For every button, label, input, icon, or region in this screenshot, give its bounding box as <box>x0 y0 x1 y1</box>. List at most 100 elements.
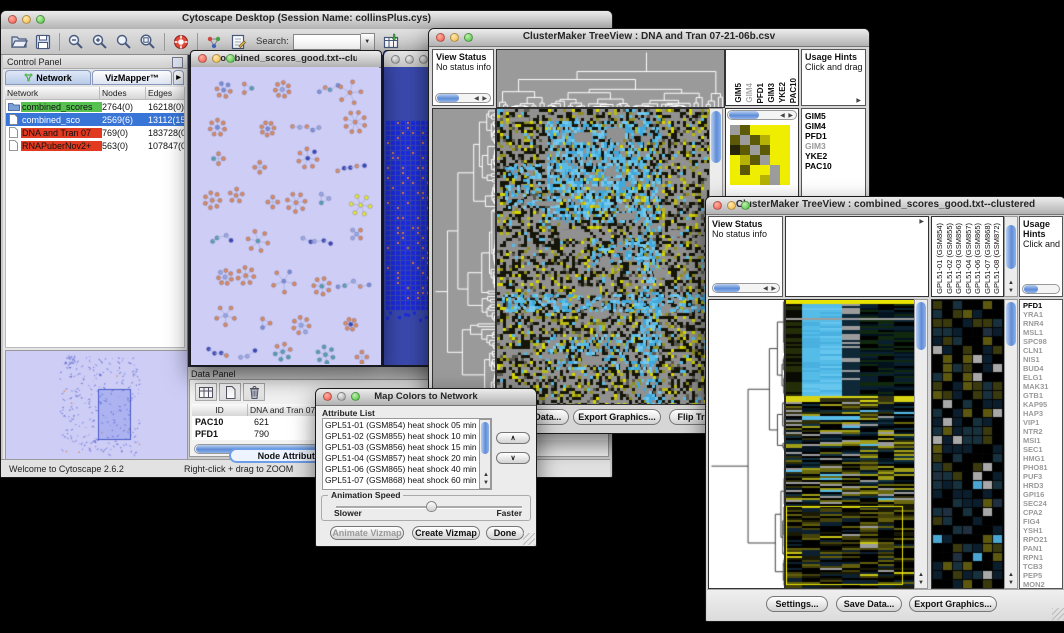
close-button[interactable] <box>8 15 17 24</box>
data-column-id[interactable]: ID <box>192 404 248 416</box>
gene-label[interactable]: GPI16 <box>1023 490 1062 499</box>
close-button[interactable] <box>391 55 400 64</box>
speed-slider-thumb[interactable] <box>426 501 437 512</box>
gene-label[interactable]: YSH1 <box>1023 526 1062 535</box>
gene-label[interactable]: SEC1 <box>1023 445 1062 454</box>
gene-label[interactable]: PHO81 <box>1023 463 1062 472</box>
gene-label[interactable]: RNR4 <box>1023 319 1062 328</box>
save-icon[interactable] <box>31 31 55 53</box>
gene-label[interactable]: TCB3 <box>1023 562 1062 571</box>
zoom-fit-icon[interactable] <box>112 31 136 53</box>
network-row[interactable]: combined_scores2764(0)16218(0) <box>6 100 184 113</box>
gene-label[interactable]: SPC98 <box>1023 337 1062 346</box>
usage-hints-scroll-arrow[interactable]: ▶ <box>856 97 864 104</box>
attribute-item[interactable]: GPL51-03 (GSM856) heat shock 15 min <box>323 442 491 453</box>
new-attribute-icon[interactable] <box>219 383 241 401</box>
view-status-hscrollbar[interactable]: ◀ ▶ <box>435 93 491 103</box>
close-button[interactable] <box>323 392 332 401</box>
export-graphics-button[interactable]: Export Graphics... <box>909 596 997 612</box>
zoom-window-button[interactable] <box>419 55 428 64</box>
column-dendrogram-panel[interactable]: ▶ <box>785 216 929 297</box>
minimize-button[interactable] <box>450 33 459 42</box>
usage-hints-hscrollbar[interactable] <box>1022 284 1060 294</box>
export-graphics-button[interactable]: Export Graphics... <box>573 409 661 425</box>
heatmap-vscrollbar[interactable]: ▲▼ <box>914 299 928 589</box>
network-row[interactable]: combined_sco2569(6)13112(15) <box>6 113 184 126</box>
minimize-button[interactable] <box>22 15 31 24</box>
save-data-button[interactable]: Save Data... <box>836 596 902 612</box>
row-dendrogram[interactable] <box>432 108 496 405</box>
gene-label[interactable]: GIM5 <box>805 111 865 121</box>
gene-label[interactable]: VIP1 <box>1023 418 1062 427</box>
resize-grip[interactable] <box>523 533 535 545</box>
view-status-hscrollbar[interactable]: ◀ ▶ <box>712 283 780 293</box>
gene-label[interactable]: HAP3 <box>1023 409 1062 418</box>
minimize-button[interactable] <box>337 392 346 401</box>
gene-label[interactable]: CPA2 <box>1023 508 1062 517</box>
attribute-item[interactable]: GPL51-01 (GSM854) heat shock 05 min <box>323 420 491 431</box>
birdseye-overview[interactable] <box>5 350 188 462</box>
minimize-button[interactable] <box>212 54 221 63</box>
gene-label[interactable]: PEP5 <box>1023 571 1062 580</box>
gene-label[interactable]: NIS1 <box>1023 355 1062 364</box>
attribute-item[interactable]: GPL51-02 (GSM855) heat shock 10 min <box>323 431 491 442</box>
gene-label[interactable]: SEC24 <box>1023 499 1062 508</box>
zoom-window-button[interactable] <box>36 15 45 24</box>
create-vizmap-button[interactable]: Create Vizmap <box>412 526 480 540</box>
delete-attribute-icon[interactable] <box>243 383 265 401</box>
table-icon[interactable] <box>195 383 217 401</box>
gene-label[interactable]: KAP95 <box>1023 400 1062 409</box>
network-view-titlebar[interactable]: combined_scores_good.txt--cluste... <box>191 51 381 68</box>
gene-label[interactable]: NTR2 <box>1023 427 1062 436</box>
resize-grip[interactable] <box>1052 608 1064 620</box>
zoom-window-button[interactable] <box>464 33 473 42</box>
zoom-selected-icon[interactable] <box>136 31 160 53</box>
attribute-item[interactable]: GPL51-04 (GSM857) heat shock 20 min <box>323 453 491 464</box>
network-row[interactable]: RNAPuberNov2+563(0)107847(0) <box>6 139 184 152</box>
gene-label[interactable]: YRA1 <box>1023 310 1062 319</box>
heatmap-strip-canvas[interactable] <box>785 299 915 589</box>
gene-label[interactable]: GTB1 <box>1023 391 1062 400</box>
close-button[interactable] <box>436 33 445 42</box>
tab-overflow-arrow[interactable]: ▶ <box>173 70 184 85</box>
gene-label[interactable]: BUD4 <box>1023 364 1062 373</box>
search-input[interactable] <box>293 34 361 50</box>
attribute-item[interactable]: GPL51-07 (GSM868) heat shock 60 min <box>323 475 491 486</box>
dialog-titlebar[interactable]: Map Colors to Network <box>316 389 536 406</box>
attribute-list[interactable]: GPL51-01 (GSM854) heat shock 05 minGPL51… <box>322 418 492 490</box>
gene-label[interactable]: PUF3 <box>1023 472 1062 481</box>
gene-label[interactable]: MAK31 <box>1023 382 1062 391</box>
treeview-dna-titlebar[interactable]: ClusterMaker TreeView : DNA and Tran 07-… <box>429 29 869 47</box>
heatmap-canvas[interactable] <box>496 108 711 405</box>
gene-label[interactable]: GIM3 <box>805 141 865 151</box>
open-folder-icon[interactable] <box>7 31 31 53</box>
network-canvas[interactable] <box>191 67 379 364</box>
gene-label[interactable]: MON2 <box>1023 580 1062 589</box>
gene-label[interactable]: MSI1 <box>1023 436 1062 445</box>
tab-vizmapper[interactable]: VizMapper™ <box>92 70 172 85</box>
correlation-matrix[interactable] <box>730 125 790 185</box>
gene-label[interactable]: PFD1 <box>1023 301 1062 310</box>
zoom-window-button[interactable] <box>741 201 750 210</box>
gene-label[interactable]: RPN1 <box>1023 553 1062 562</box>
move-down-button[interactable]: ∨ <box>496 452 530 464</box>
gene-label[interactable]: MSL1 <box>1023 328 1062 337</box>
gene-label[interactable]: YKE2 <box>805 151 865 161</box>
column-header-nodes[interactable]: Nodes <box>100 87 146 99</box>
dense-network-canvas[interactable] <box>384 67 430 365</box>
summary-hscrollbar[interactable]: ◀ ▶ <box>727 110 797 120</box>
labels-vscrollbar[interactable]: ▲▼ <box>1004 216 1018 297</box>
search-dropdown-arrow[interactable]: ▼ <box>361 33 375 51</box>
gene-label[interactable]: HRD3 <box>1023 481 1062 490</box>
gene-label[interactable]: PAN1 <box>1023 544 1062 553</box>
zoom-window-button[interactable] <box>226 54 235 63</box>
treeview-combined-titlebar[interactable]: ClusterMaker TreeView : combined_scores_… <box>706 197 1064 215</box>
zoom-in-icon[interactable] <box>88 31 112 53</box>
heatmap-zoom-canvas[interactable] <box>931 299 1006 589</box>
gene-label[interactable]: RPO21 <box>1023 535 1062 544</box>
zoom-out-icon[interactable] <box>64 31 88 53</box>
float-panel-icon[interactable] <box>172 57 183 68</box>
close-button[interactable] <box>198 54 207 63</box>
settings-button[interactable]: Settings... <box>766 596 828 612</box>
close-button[interactable] <box>713 201 722 210</box>
